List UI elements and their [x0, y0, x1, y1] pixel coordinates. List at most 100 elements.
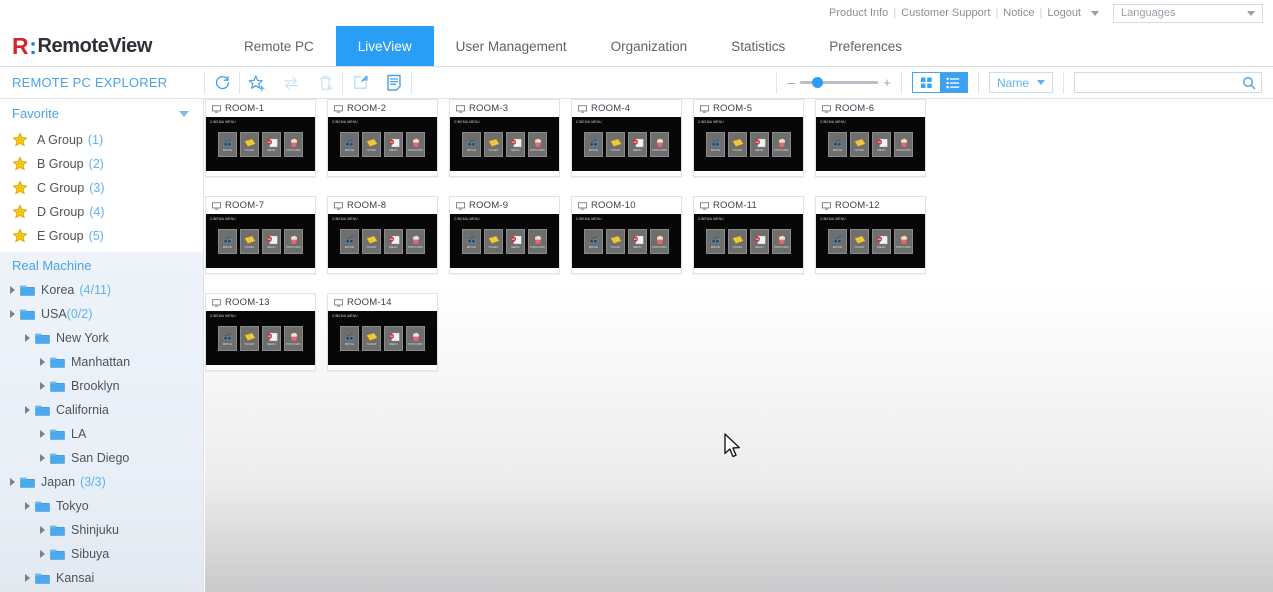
zoom-in-label[interactable]: +: [883, 75, 891, 90]
fullscreen-button[interactable]: [343, 70, 377, 96]
zoom-slider[interactable]: – +: [777, 75, 901, 90]
zoom-out-label[interactable]: –: [787, 75, 795, 90]
favorite-item[interactable]: C Group (3): [0, 176, 203, 200]
favorite-section-header[interactable]: Favorite: [0, 99, 203, 128]
liveview-card[interactable]: ROOM-14 CINEMA MENU MOVIE TICKET MENU POPCORN: [327, 293, 438, 371]
card-thumbnail[interactable]: CINEMA MENU MOVIE TICKET MENU POPCORN: [572, 117, 681, 171]
logout-link[interactable]: Logout: [1042, 7, 1086, 19]
list-view-button[interactable]: [939, 73, 967, 92]
expand-arrow-icon[interactable]: [25, 574, 30, 582]
liveview-card[interactable]: ROOM-12 CINEMA MENU MOVIE TICKET MENU POPCORN: [815, 196, 926, 274]
tree-node-kansai[interactable]: Kansai: [0, 566, 203, 590]
tree-node-usa[interactable]: USA (0/2): [0, 302, 203, 326]
liveview-card[interactable]: ROOM-5 CINEMA MENU MOVIE TICKET MENU POPCORN: [693, 99, 804, 177]
search-icon[interactable]: [1242, 76, 1256, 90]
add-favorite-button[interactable]: [240, 70, 274, 96]
search-input[interactable]: [1082, 75, 1242, 90]
screen-tile-caption: MOVIE: [222, 245, 233, 249]
expand-arrow-icon[interactable]: [40, 358, 45, 366]
card-thumbnail[interactable]: CINEMA MENU MOVIE TICKET MENU POPCORN: [206, 117, 315, 171]
card-thumbnail[interactable]: CINEMA MENU MOVIE TICKET MENU POPCORN: [694, 214, 803, 268]
tree-node-shinjuku[interactable]: Shinjuku: [0, 518, 203, 542]
folder-icon: [50, 429, 65, 440]
delete-button[interactable]: [308, 70, 342, 96]
nav-item-preferences[interactable]: Preferences: [807, 26, 924, 66]
sort-select[interactable]: Name: [988, 72, 1053, 93]
nav-item-liveview[interactable]: LiveView: [335, 26, 434, 66]
liveview-card[interactable]: ROOM-10 CINEMA MENU MOVIE TICKET MENU POPCORN: [571, 196, 682, 274]
chevron-down-icon[interactable]: [1091, 10, 1099, 16]
refresh-button[interactable]: [205, 70, 239, 96]
chevron-down-icon[interactable]: [179, 110, 189, 117]
card-thumbnail[interactable]: CINEMA MENU MOVIE TICKET MENU POPCORN: [328, 214, 437, 268]
zoom-track[interactable]: [799, 77, 878, 88]
card-thumbnail[interactable]: CINEMA MENU MOVIE TICKET MENU POPCORN: [328, 117, 437, 171]
expand-arrow-icon[interactable]: [40, 550, 45, 558]
favorite-item[interactable]: D Group (4): [0, 200, 203, 224]
favorite-item[interactable]: E Group (5): [0, 224, 203, 248]
real-machine-section: Real Machine Korea (4/11) USA (0/2) New York…: [0, 252, 203, 592]
card-thumbnail[interactable]: CINEMA MENU MOVIE TICKET MENU POPCORN: [694, 117, 803, 171]
tree-node-california[interactable]: California: [0, 398, 203, 422]
tree-node-la[interactable]: LA: [0, 422, 203, 446]
screen-tiles: MOVIE TICKET MENU POPCORN: [694, 229, 803, 254]
zoom-knob[interactable]: [811, 77, 823, 88]
tree-node-japan[interactable]: Japan (3/3): [0, 470, 203, 494]
tree-node-brooklyn[interactable]: Brooklyn: [0, 374, 203, 398]
card-thumbnail[interactable]: CINEMA MENU MOVIE TICKET MENU POPCORN: [206, 214, 315, 268]
card-thumbnail[interactable]: CINEMA MENU MOVIE TICKET MENU POPCORN: [328, 311, 437, 365]
screen-tile: TICKET: [606, 132, 625, 157]
expand-arrow-icon[interactable]: [25, 502, 30, 510]
nav-item-organization[interactable]: Organization: [589, 26, 710, 66]
favorite-item[interactable]: B Group (2): [0, 152, 203, 176]
expand-arrow-icon[interactable]: [40, 526, 45, 534]
tree-node-tokyo[interactable]: Tokyo: [0, 494, 203, 518]
expand-arrow-icon[interactable]: [40, 454, 45, 462]
liveview-card[interactable]: ROOM-9 CINEMA MENU MOVIE TICKET MENU POPCORN: [449, 196, 560, 274]
memo-button[interactable]: [377, 70, 411, 96]
grid-view-button[interactable]: [912, 73, 940, 92]
screen-tile: MENU: [506, 229, 525, 254]
liveview-card[interactable]: ROOM-8 CINEMA MENU MOVIE TICKET MENU POPCORN: [327, 196, 438, 274]
expand-arrow-icon[interactable]: [40, 430, 45, 438]
card-thumbnail[interactable]: CINEMA MENU MOVIE TICKET MENU POPCORN: [816, 214, 925, 268]
nav-item-user-management[interactable]: User Management: [434, 26, 589, 66]
card-thumbnail[interactable]: CINEMA MENU MOVIE TICKET MENU POPCORN: [572, 214, 681, 268]
expand-arrow-icon[interactable]: [25, 406, 30, 414]
nav-item-statistics[interactable]: Statistics: [709, 26, 807, 66]
card-thumbnail[interactable]: CINEMA MENU MOVIE TICKET MENU POPCORN: [206, 311, 315, 365]
notice-link[interactable]: Notice: [998, 7, 1039, 19]
liveview-card[interactable]: ROOM-6 CINEMA MENU MOVIE TICKET MENU POPCORN: [815, 99, 926, 177]
favorite-item[interactable]: A Group (1): [0, 128, 203, 152]
search-box[interactable]: [1074, 72, 1262, 93]
customer-support-link[interactable]: Customer Support: [896, 7, 995, 19]
tree-node-san-diego[interactable]: San Diego: [0, 446, 203, 470]
screen-tile: MENU: [872, 229, 891, 254]
expand-arrow-icon[interactable]: [25, 334, 30, 342]
expand-arrow-icon[interactable]: [10, 310, 15, 318]
liveview-card[interactable]: ROOM-4 CINEMA MENU MOVIE TICKET MENU POPCORN: [571, 99, 682, 177]
tree-node-new-york[interactable]: New York: [0, 326, 203, 350]
product-info-link[interactable]: Product Info: [824, 7, 893, 19]
liveview-card[interactable]: ROOM-7 CINEMA MENU MOVIE TICKET MENU POPCORN: [205, 196, 316, 274]
liveview-card[interactable]: ROOM-3 CINEMA MENU MOVIE TICKET MENU POPCORN: [449, 99, 560, 177]
expand-arrow-icon[interactable]: [40, 382, 45, 390]
card-thumbnail[interactable]: CINEMA MENU MOVIE TICKET MENU POPCORN: [450, 117, 559, 171]
language-select[interactable]: Languages: [1113, 3, 1263, 23]
move-button[interactable]: [274, 70, 308, 96]
nav-item-remote-pc[interactable]: Remote PC: [222, 26, 336, 66]
liveview-card[interactable]: ROOM-13 CINEMA MENU MOVIE TICKET MENU POPCORN: [205, 293, 316, 371]
card-header: ROOM-11: [694, 197, 803, 214]
tree-node-manhattan[interactable]: Manhattan: [0, 350, 203, 374]
liveview-card[interactable]: ROOM-2 CINEMA MENU MOVIE TICKET MENU POPCORN: [327, 99, 438, 177]
logo[interactable]: R: RemoteView: [0, 26, 222, 66]
card-footer: [450, 268, 559, 273]
liveview-card[interactable]: ROOM-1 CINEMA MENU MOVIE TICKET MENU POPCORN: [205, 99, 316, 177]
tree-node-sibuya[interactable]: Sibuya: [0, 542, 203, 566]
card-thumbnail[interactable]: CINEMA MENU MOVIE TICKET MENU POPCORN: [450, 214, 559, 268]
tree-node-korea[interactable]: Korea (4/11): [0, 278, 203, 302]
card-thumbnail[interactable]: CINEMA MENU MOVIE TICKET MENU POPCORN: [816, 117, 925, 171]
expand-arrow-icon[interactable]: [10, 478, 15, 486]
expand-arrow-icon[interactable]: [10, 286, 15, 294]
liveview-card[interactable]: ROOM-11 CINEMA MENU MOVIE TICKET MENU POPCORN: [693, 196, 804, 274]
